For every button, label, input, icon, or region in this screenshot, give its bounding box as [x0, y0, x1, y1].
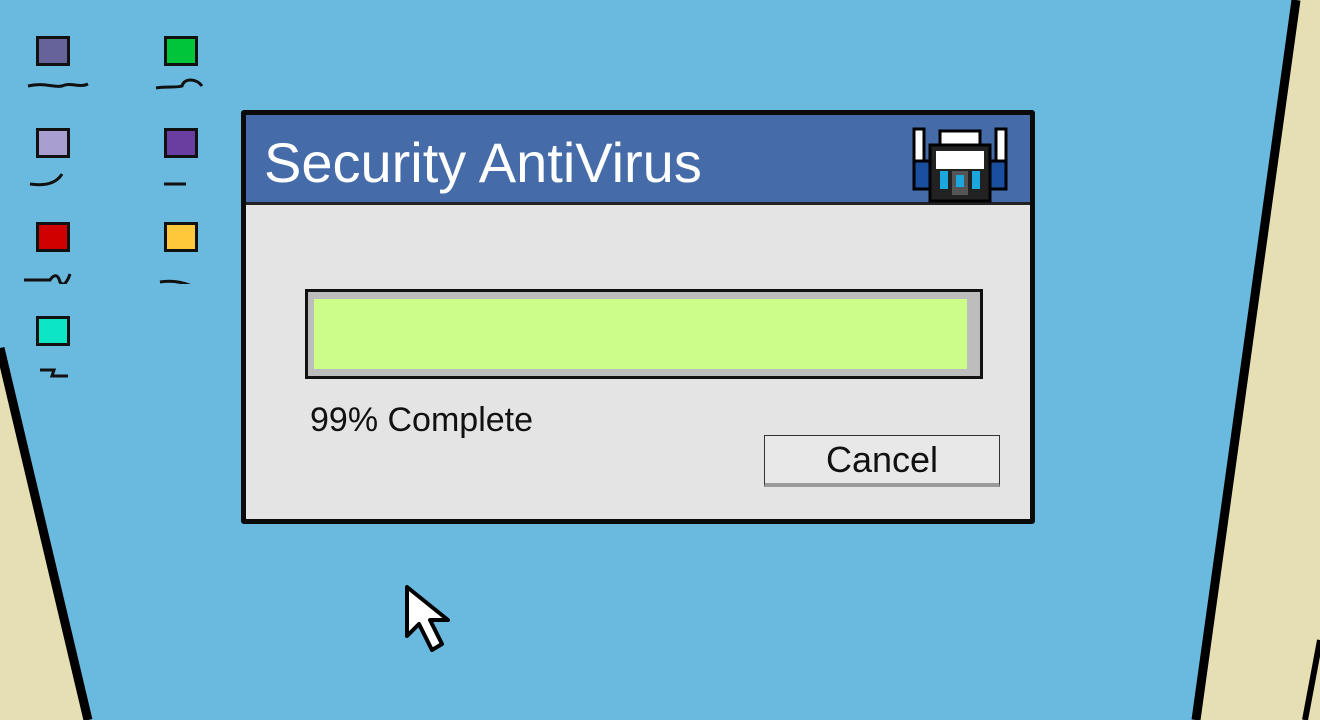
desktop-icon-label-scribble — [24, 273, 72, 284]
desktop-icon[interactable] — [159, 222, 234, 302]
dialog-title: Security AntiVirus — [264, 131, 702, 194]
desktop-icon[interactable] — [24, 222, 106, 302]
arrow-cursor-icon — [405, 585, 450, 652]
desktop-icon-label-scribble — [155, 78, 204, 90]
desktop-icon-label-scribble — [40, 368, 68, 378]
desktop-icon-square — [36, 128, 70, 158]
desktop-icon-label-scribble — [159, 279, 191, 284]
desktop-icon-label-scribble — [27, 82, 89, 88]
desktop-icon-square — [164, 222, 198, 252]
antivirus-dialog: Security AntiVirus 99% Complete Cancel — [241, 110, 1035, 524]
desktop-icon[interactable] — [29, 128, 106, 208]
progress-status-text: 99% Complete — [310, 401, 534, 439]
desktop-icon-label-scribble — [29, 173, 64, 187]
dialog-titlebar: Security AntiVirus — [246, 115, 1030, 205]
desktop-icon-square — [36, 222, 70, 252]
desktop-icon[interactable] — [36, 316, 106, 396]
desktop-icon[interactable] — [27, 36, 106, 116]
progress-bar — [305, 289, 983, 379]
progress-bar-fill — [314, 299, 967, 369]
desktop-icon-square — [164, 128, 198, 158]
desktop-icon-square — [164, 36, 198, 66]
robot-icon — [912, 127, 1008, 203]
desktop-icon-square — [36, 316, 70, 346]
desktop-icon[interactable] — [164, 128, 234, 208]
desktop-icon-square — [36, 36, 70, 66]
desktop-icon-label-scribble — [164, 182, 186, 186]
cancel-button[interactable]: Cancel — [764, 435, 1000, 487]
desktop-icon[interactable] — [155, 36, 234, 116]
